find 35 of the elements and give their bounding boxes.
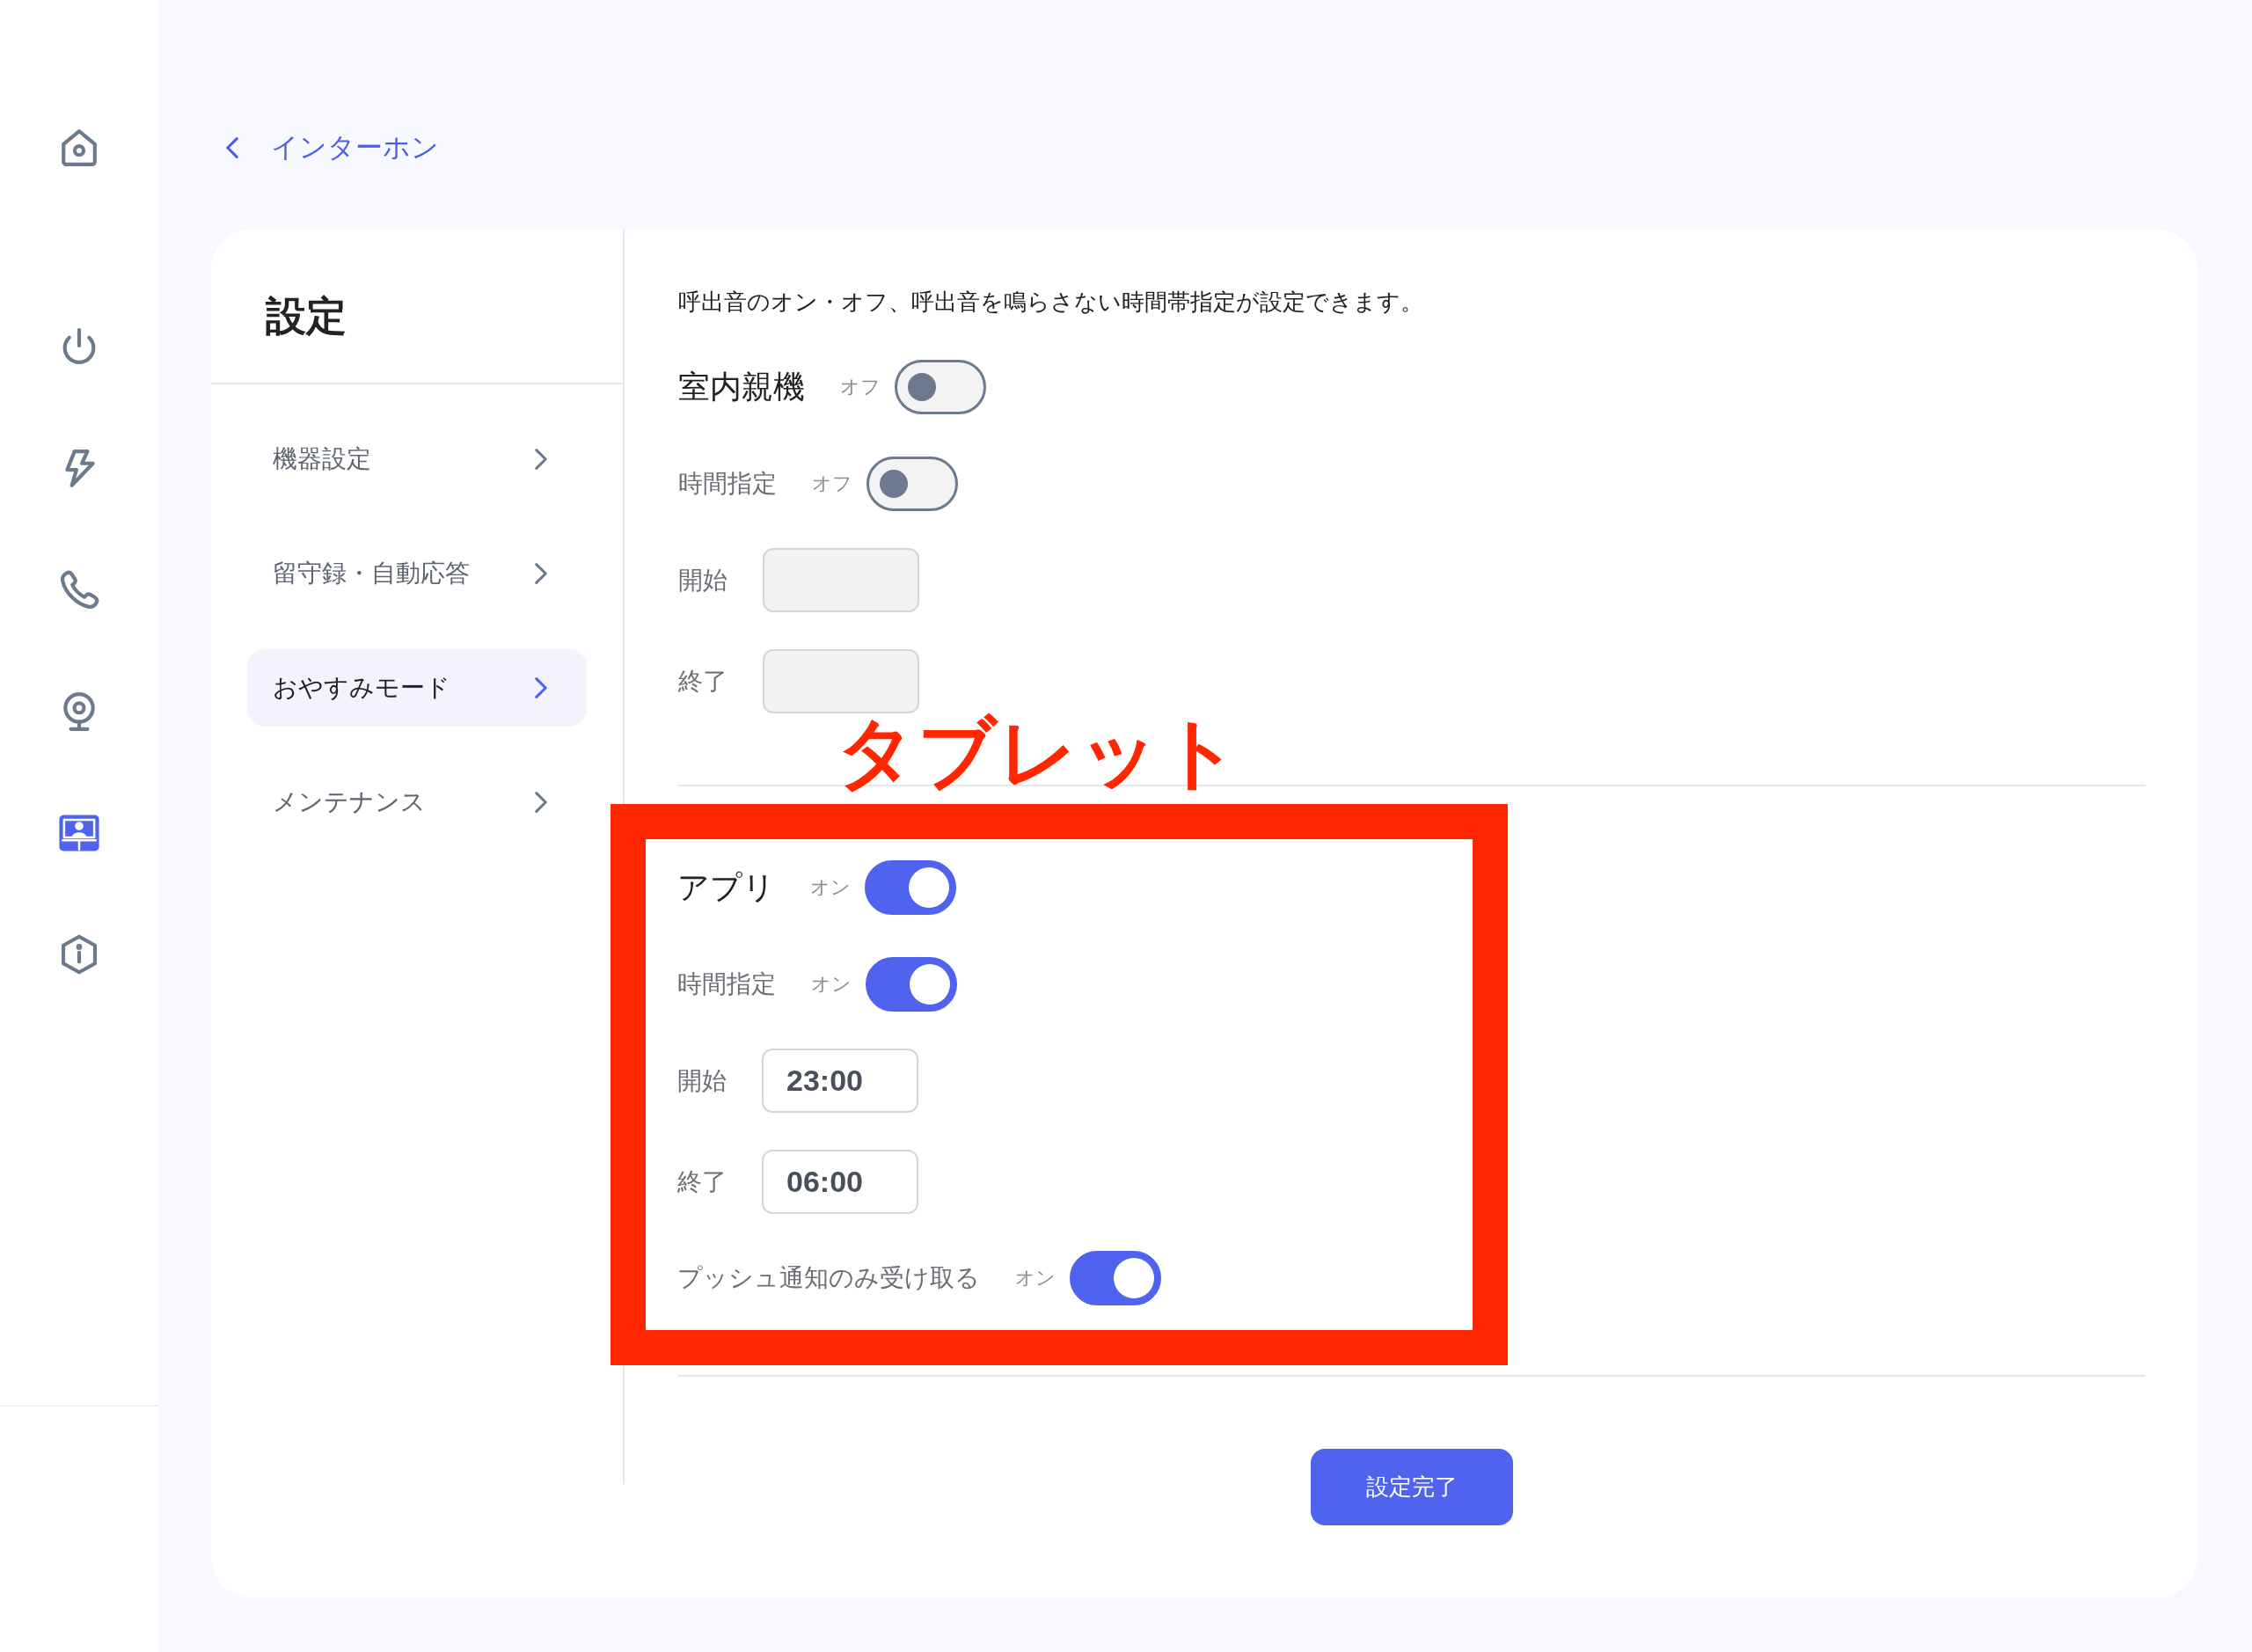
toggle-state-label: オフ — [840, 375, 881, 399]
time-label: 終了 — [678, 666, 728, 697]
settings-nav-item[interactable]: おやすみモード — [247, 649, 587, 727]
home-icon[interactable] — [59, 128, 99, 168]
chevron-right-icon — [534, 791, 548, 814]
time-label: 終了 — [677, 1166, 728, 1197]
setting-label: 時間指定 — [677, 969, 776, 999]
settings-nav-item[interactable]: 留守録・自動応答 — [247, 535, 587, 612]
phone-icon[interactable] — [59, 570, 99, 610]
toggle-state-label: オン — [811, 972, 852, 997]
chevron-left-icon — [225, 136, 239, 159]
time-label: 開始 — [678, 565, 728, 596]
chevron-right-icon — [534, 562, 548, 585]
chevron-right-icon — [534, 448, 548, 471]
annotation-text: タブレット — [837, 713, 1241, 793]
chevron-right-icon — [534, 676, 548, 699]
section-title: アプリ — [677, 868, 775, 907]
toggle-state-label: オン — [1015, 1266, 1056, 1290]
toggle-switch[interactable] — [865, 860, 956, 915]
settings-nav-item[interactable]: 機器設定 — [247, 420, 587, 498]
intercom-icon[interactable] — [59, 813, 99, 853]
back-link[interactable]: インターホン — [225, 130, 439, 165]
toggle-state-label: オン — [810, 875, 851, 900]
toggle-state-label: オフ — [812, 471, 852, 496]
time-label: 開始 — [677, 1065, 728, 1096]
settings-title: 設定 — [266, 292, 347, 340]
time-input[interactable]: 06:00 — [762, 1150, 918, 1214]
submit-button[interactable]: 設定完了 — [1311, 1449, 1513, 1525]
time-input[interactable]: 23:00 — [762, 1049, 918, 1113]
description-text: 呼出音のオン・オフ、呼出音を鳴らさない時間帯指定が設定できます。 — [678, 288, 1424, 317]
info-icon[interactable] — [59, 934, 99, 975]
settings-nav-item[interactable]: メンテナンス — [247, 764, 587, 841]
setting-label: 時間指定 — [678, 469, 777, 499]
section-title: 室内親機 — [678, 368, 805, 406]
setting-label: プッシュ通知のみ受け取る — [677, 1263, 980, 1293]
